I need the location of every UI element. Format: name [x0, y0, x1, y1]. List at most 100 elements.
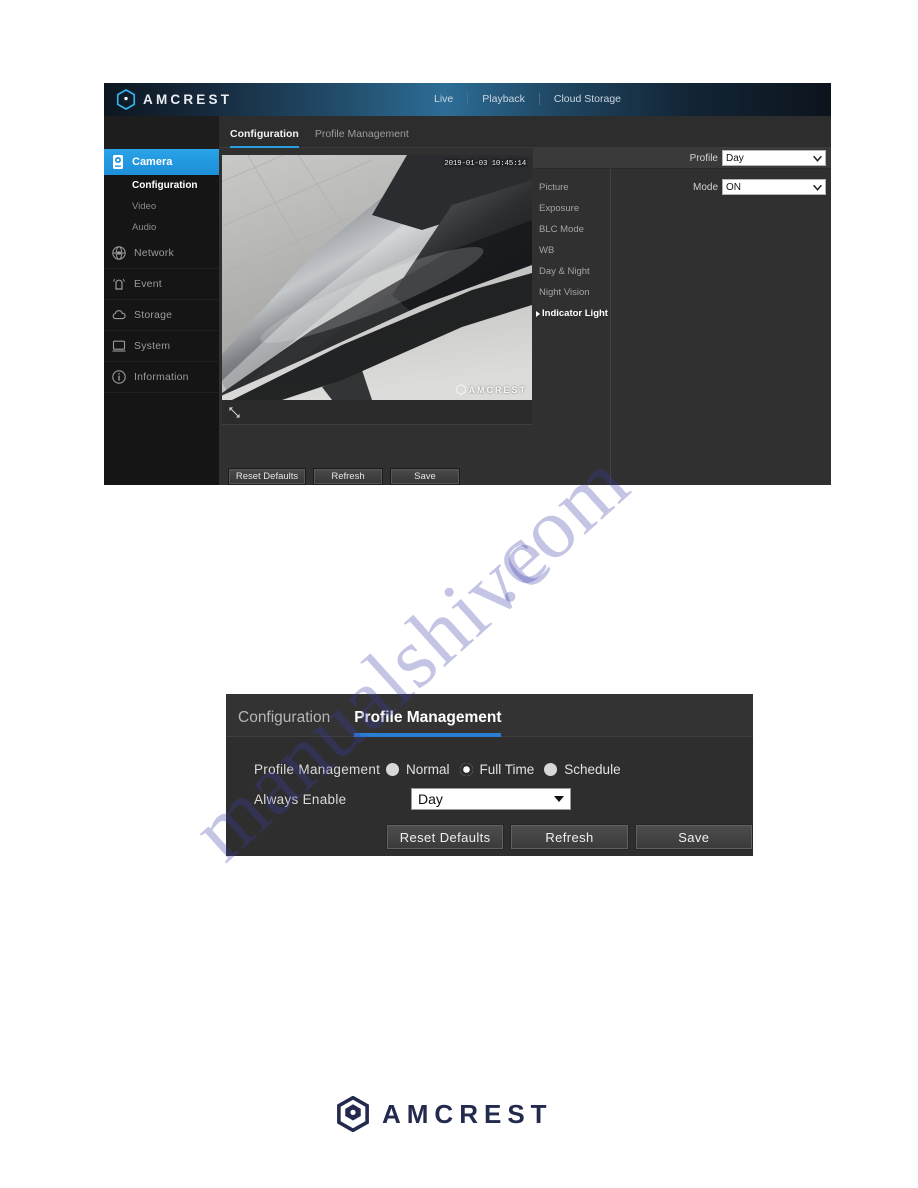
- expand-fullscreen-icon[interactable]: [228, 406, 241, 419]
- radio-schedule[interactable]: Schedule: [544, 761, 621, 777]
- radio-button-icon: [544, 762, 558, 776]
- brand-name: AMCREST: [143, 92, 233, 107]
- tab-configuration[interactable]: Configuration: [234, 709, 342, 736]
- submenu-item-label: Exposure: [539, 203, 580, 214]
- sidebar-subitem-label: Video: [132, 201, 157, 212]
- alarm-bell-icon: [113, 278, 125, 290]
- radio-label: Normal: [406, 761, 450, 777]
- submenu-item-label: Day & Night: [539, 266, 590, 277]
- profile-management-row: Profile Management Normal Full Time Sche…: [226, 754, 753, 784]
- nav-cloud-storage[interactable]: Cloud Storage: [540, 92, 635, 106]
- profile-management-label: Profile Management: [254, 761, 381, 777]
- sidebar-item-event[interactable]: Event: [104, 269, 219, 300]
- submenu-item-picture[interactable]: Picture: [533, 177, 610, 198]
- brand: AMCREST: [116, 89, 232, 110]
- submenu-item-label: BLC Mode: [539, 224, 584, 235]
- cloud-storage-icon: [112, 310, 126, 320]
- video-overlay-logo-text: AMCREST: [468, 384, 527, 395]
- sidebar-item-network[interactable]: Network: [104, 238, 219, 269]
- monitor-system-icon: [112, 340, 126, 352]
- sidebar-item-label: Network: [134, 247, 174, 259]
- submenu-item-exposure[interactable]: Exposure: [533, 198, 610, 219]
- submenu-item-night-vision[interactable]: Night Vision: [533, 282, 610, 303]
- radio-label: Full Time: [479, 761, 535, 777]
- tab-label: Configuration: [238, 709, 331, 726]
- top-navigation: Live Playback Cloud Storage: [420, 92, 635, 106]
- profile-select[interactable]: Day: [722, 150, 826, 166]
- settings-pane: Profile Day Picture Exposure BLC Mode WB…: [533, 148, 831, 485]
- nav-live[interactable]: Live: [420, 92, 467, 106]
- footer-brand-name: AMCREST: [382, 1098, 553, 1129]
- chevron-down-icon: [813, 184, 822, 191]
- reset-defaults-button[interactable]: Reset Defaults: [386, 824, 505, 850]
- radio-full-time[interactable]: Full Time: [459, 761, 535, 777]
- selection-arrow-icon: [536, 310, 540, 317]
- tab-profile-management[interactable]: Profile Management: [350, 709, 513, 737]
- submenu-item-day-and-night[interactable]: Day & Night: [533, 261, 610, 282]
- mode-select[interactable]: ON: [722, 179, 826, 195]
- reset-defaults-button[interactable]: Reset Defaults: [228, 468, 306, 485]
- button-label: Save: [414, 471, 436, 482]
- sidebar-subitem-label: Audio: [132, 222, 157, 233]
- toolbar-divider: [222, 424, 532, 425]
- tab-label: Configuration: [230, 128, 299, 140]
- submenu-item-indicator-light[interactable]: Indicator Light: [533, 303, 610, 324]
- radio-normal[interactable]: Normal: [386, 762, 450, 777]
- profile-management-radio-group: Normal Full Time Schedule: [386, 762, 621, 777]
- video-overlay-logo: AMCREST: [455, 384, 528, 395]
- sidebar-subitem-video[interactable]: Video: [104, 196, 219, 217]
- amcrest-hex-logo-icon: [116, 89, 136, 110]
- sidebar-item-label: Information: [134, 371, 189, 383]
- mode-field-row: Mode ON: [611, 179, 831, 195]
- save-button[interactable]: Save: [634, 824, 753, 850]
- button-label: Reset Defaults: [235, 471, 299, 482]
- sidebar-item-label: Event: [134, 278, 162, 290]
- sidebar-item-label: Storage: [134, 309, 173, 321]
- radio-button-selected-icon: [459, 762, 473, 776]
- sidebar: Camera Configuration Video Audio Network: [104, 116, 232, 485]
- sidebar-subitem-configuration[interactable]: Configuration: [104, 175, 219, 196]
- globe-network-icon: [112, 246, 126, 260]
- tab-profile-management[interactable]: Profile Management: [315, 128, 416, 147]
- profile-label: Profile: [689, 152, 718, 164]
- footer-brand-logo: AMCREST: [336, 1096, 553, 1132]
- action-button-bar: Reset Defaults Refresh Save: [219, 468, 831, 485]
- sidebar-item-information[interactable]: Information: [104, 362, 219, 393]
- video-toolbar: [222, 400, 532, 424]
- panes: 2019-01-03 10:45:14 AMCREST Profile Day …: [219, 148, 831, 485]
- triangle-down-icon: [554, 796, 564, 802]
- refresh-button[interactable]: Refresh: [510, 824, 629, 850]
- submenu-item-label: Picture: [539, 182, 569, 193]
- camera-web-ui-screenshot: AMCREST Live Playback Cloud Storage Came…: [104, 83, 831, 485]
- profile-field-row: Profile Day: [533, 148, 831, 169]
- always-enable-select[interactable]: Day: [411, 788, 571, 810]
- chevron-down-icon: [813, 155, 822, 162]
- submenu-item-label: WB: [539, 245, 555, 256]
- nav-playback[interactable]: Playback: [468, 92, 539, 106]
- video-preview[interactable]: 2019-01-03 10:45:14 AMCREST: [222, 155, 532, 400]
- refresh-button[interactable]: Refresh: [313, 468, 383, 485]
- mode-select-value: ON: [726, 181, 741, 193]
- submenu-item-label: Night Vision: [539, 287, 590, 298]
- submenu-item-blc-mode[interactable]: BLC Mode: [533, 219, 610, 240]
- submenu-item-wb[interactable]: WB: [533, 240, 610, 261]
- sidebar-spacer: [104, 116, 219, 149]
- sidebar-subitem-audio[interactable]: Audio: [104, 217, 219, 238]
- amcrest-hex-logo-icon: [455, 384, 466, 395]
- sidebar-item-system[interactable]: System: [104, 331, 219, 362]
- radio-label: Schedule: [564, 761, 621, 777]
- button-label: Reset Defaults: [399, 829, 491, 845]
- sidebar-item-storage[interactable]: Storage: [104, 300, 219, 331]
- sidebar-item-camera[interactable]: Camera: [104, 149, 232, 175]
- always-enable-row: Always Enable Day: [226, 784, 753, 814]
- camera-icon: [113, 155, 123, 169]
- tab-configuration[interactable]: Configuration: [230, 128, 306, 148]
- nav-divider: [538, 93, 540, 105]
- mode-label: Mode: [692, 181, 718, 193]
- video-frame-image: [222, 155, 532, 400]
- save-button[interactable]: Save: [390, 468, 460, 485]
- button-label: Refresh: [331, 471, 365, 482]
- tab-label: Profile Management: [314, 128, 409, 140]
- settings-sub-area: Picture Exposure BLC Mode WB Day & Night: [533, 169, 831, 485]
- sidebar-subitem-label: Configuration: [132, 180, 198, 191]
